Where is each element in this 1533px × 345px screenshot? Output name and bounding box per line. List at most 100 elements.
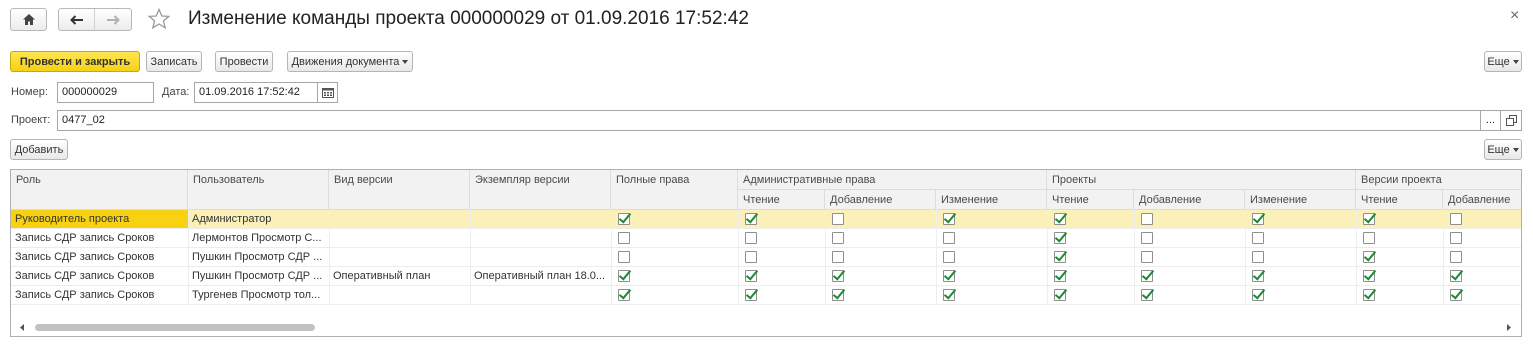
cell-version-instance[interactable] [470,286,611,305]
cell-version-kind[interactable] [329,286,470,305]
checkbox[interactable] [745,289,757,301]
checkbox[interactable] [1450,232,1462,244]
cell-role[interactable]: Запись СДР запись Сроков [11,229,188,248]
checkbox[interactable] [1450,289,1462,301]
checkbox[interactable] [1363,289,1375,301]
checkbox[interactable] [745,232,757,244]
header-admin-rights[interactable]: Административные права [738,170,1047,190]
checkbox[interactable] [1252,270,1264,282]
checkbox[interactable] [1054,232,1066,244]
subheader-admin-read[interactable]: Чтение [738,190,825,210]
checkbox[interactable] [1363,213,1375,225]
calendar-button[interactable] [317,82,338,103]
checkbox[interactable] [1054,213,1066,225]
back-button[interactable] [59,9,95,30]
cell-role[interactable]: Запись СДР запись Сроков [11,248,188,267]
checkbox[interactable] [832,289,844,301]
checkbox[interactable] [943,270,955,282]
checkbox[interactable] [618,232,630,244]
cell-version-instance[interactable] [470,248,611,267]
cell-version-instance[interactable] [470,210,611,229]
checkbox[interactable] [1054,251,1066,263]
checkbox[interactable] [1141,270,1153,282]
cell-user[interactable]: Администратор [188,210,329,229]
checkbox[interactable] [1450,270,1462,282]
checkbox[interactable] [1363,270,1375,282]
checkbox[interactable] [832,251,844,263]
header-projects[interactable]: Проекты [1047,170,1356,190]
checkbox[interactable] [832,213,844,225]
checkbox[interactable] [1141,289,1153,301]
checkbox[interactable] [1450,251,1462,263]
subheader-admin-add[interactable]: Добавление [825,190,936,210]
checkbox[interactable] [1141,251,1153,263]
cell-version-kind[interactable] [329,229,470,248]
checkbox[interactable] [1363,232,1375,244]
checkbox[interactable] [1054,270,1066,282]
document-movements-button[interactable]: Движения документа [287,51,413,72]
cell-role[interactable]: Руководитель проекта [11,210,188,229]
add-row-button[interactable]: Добавить [10,139,68,160]
table-more-button[interactable]: Еще [1484,139,1522,160]
more-button[interactable]: Еще [1484,51,1522,72]
favorite-star-icon[interactable] [147,7,171,34]
checkbox[interactable] [1141,232,1153,244]
select-button[interactable]: ... [1480,110,1501,131]
close-icon[interactable]: × [1510,7,1519,25]
home-button[interactable] [10,8,47,31]
cell-user[interactable]: Пушкин Просмотр СДР ... [188,248,329,267]
horizontal-scrollbar[interactable] [11,323,1521,332]
checkbox[interactable] [1450,213,1462,225]
checkbox[interactable] [943,232,955,244]
checkbox[interactable] [618,289,630,301]
team-table[interactable]: Роль Пользователь Вид версии Экземпляр верс… [10,169,1522,337]
cell-version-instance[interactable] [470,229,611,248]
checkbox[interactable] [618,213,630,225]
cell-version-kind[interactable] [329,210,470,229]
cell-user[interactable]: Пушкин Просмотр СДР ... [188,267,329,286]
open-button[interactable] [1500,110,1522,131]
scroll-right-icon[interactable] [1506,323,1512,332]
header-full-rights[interactable]: Полные права [611,170,738,210]
cell-version-kind[interactable] [329,248,470,267]
subheader-ver-read[interactable]: Чтение [1356,190,1443,210]
cell-version-kind[interactable]: Оперативный план [329,267,470,286]
save-button[interactable]: Записать [146,51,202,72]
checkbox[interactable] [745,251,757,263]
project-field[interactable]: 0477_02 [57,110,1481,131]
checkbox[interactable] [1252,251,1264,263]
header-user[interactable]: Пользователь [188,170,329,210]
header-version-instance[interactable]: Экземпляр версии [470,170,611,210]
checkbox[interactable] [943,213,955,225]
post-and-close-button[interactable]: Провести и закрыть [10,51,140,72]
checkbox[interactable] [1252,289,1264,301]
scroll-left-icon[interactable] [19,323,25,332]
cell-user[interactable]: Тургенев Просмотр тол... [188,286,329,305]
cell-version-instance[interactable]: Оперативный план 18.0... [470,267,611,286]
cell-role[interactable]: Запись СДР запись Сроков [11,267,188,286]
checkbox[interactable] [832,270,844,282]
cell-user[interactable]: Лермонтов Просмотр С... [188,229,329,248]
header-version-kind[interactable]: Вид версии [329,170,470,210]
checkbox[interactable] [1363,251,1375,263]
checkbox[interactable] [1252,232,1264,244]
subheader-proj-read[interactable]: Чтение [1047,190,1134,210]
checkbox[interactable] [745,213,757,225]
checkbox[interactable] [832,232,844,244]
cell-role[interactable]: Запись СДР запись Сроков [11,286,188,305]
subheader-proj-add[interactable]: Добавление [1134,190,1245,210]
checkbox[interactable] [943,289,955,301]
header-project-versions[interactable]: Версии проекта [1356,170,1521,190]
checkbox[interactable] [1252,213,1264,225]
number-field[interactable]: 000000029 [57,82,154,103]
subheader-admin-edit[interactable]: Изменение [936,190,1047,210]
subheader-ver-add[interactable]: Добавление [1443,190,1521,210]
post-button[interactable]: Провести [215,51,273,72]
subheader-proj-edit[interactable]: Изменение [1245,190,1356,210]
checkbox[interactable] [745,270,757,282]
scrollbar-thumb[interactable] [35,324,315,331]
date-field[interactable]: 01.09.2016 17:52:42 [194,82,318,103]
checkbox[interactable] [943,251,955,263]
checkbox[interactable] [1054,289,1066,301]
checkbox[interactable] [1141,213,1153,225]
